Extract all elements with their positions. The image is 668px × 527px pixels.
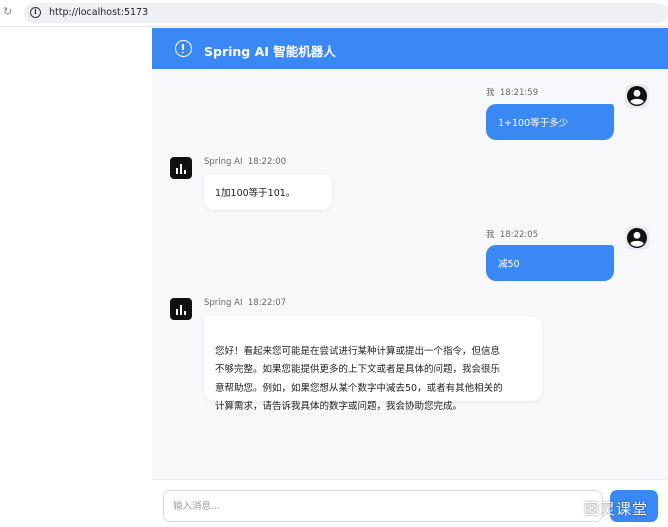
message-time: 18:22:00 <box>247 157 287 167</box>
user-message-bubble: 减50 <box>486 245 614 281</box>
bot-avatar-icon <box>170 157 192 179</box>
bot-message-bubble: 您好！看起来您可能是在尝试进行某种计算或提出一个指令，但信息 不够完整。如果您能… <box>204 316 542 412</box>
user-avatar <box>625 226 649 250</box>
message-input[interactable] <box>163 490 603 522</box>
bot-message-bubble: 1加100等于101。 <box>204 174 332 210</box>
message-time: 18:22:07 <box>247 298 287 308</box>
sender-name: Spring AI <box>204 157 243 167</box>
address-url[interactable]: http://localhost:5173 <box>49 7 148 18</box>
message-meta: 我 18:22:05 <box>486 228 538 240</box>
user-avatar-icon <box>627 86 647 106</box>
message-text: 您好！看起来您可能是在尝试进行某种计算或提出一个指令，但信息 不够完整。如果您能… <box>215 345 503 413</box>
user-avatar-icon <box>627 228 647 248</box>
reload-icon[interactable]: ↻ <box>3 6 15 18</box>
message-meta: Spring AI 18:22:00 <box>204 157 286 167</box>
info-icon[interactable]: i <box>30 7 41 18</box>
chat-app: Spring AI 智能机器人 我 18:21:59 1+100等于多少 Spr… <box>152 28 668 527</box>
user-message-bubble: 1+100等于多少 <box>486 104 614 140</box>
watermark: 图灵课堂 <box>584 500 649 518</box>
page-title: Spring AI 智能机器人 <box>204 44 336 59</box>
message-text: 减50 <box>498 259 520 270</box>
message-time: 18:22:05 <box>499 230 539 240</box>
sender-name: 我 <box>486 88 495 98</box>
bot-avatar-icon <box>170 298 192 320</box>
user-avatar <box>625 84 649 108</box>
message-text: 1加100等于101。 <box>215 188 296 199</box>
message-meta: 我 18:21:59 <box>486 86 538 98</box>
message-meta: Spring AI 18:22:07 <box>204 298 286 308</box>
sender-name: 我 <box>486 230 495 240</box>
sender-name: Spring AI <box>204 298 243 308</box>
message-text: 1+100等于多少 <box>498 118 569 129</box>
chat-header: Spring AI 智能机器人 <box>152 28 668 69</box>
alert-circle-icon <box>175 40 192 57</box>
message-time: 18:21:59 <box>499 88 539 98</box>
browser-toolbar: ↻ i http://localhost:5173 <box>0 0 668 27</box>
